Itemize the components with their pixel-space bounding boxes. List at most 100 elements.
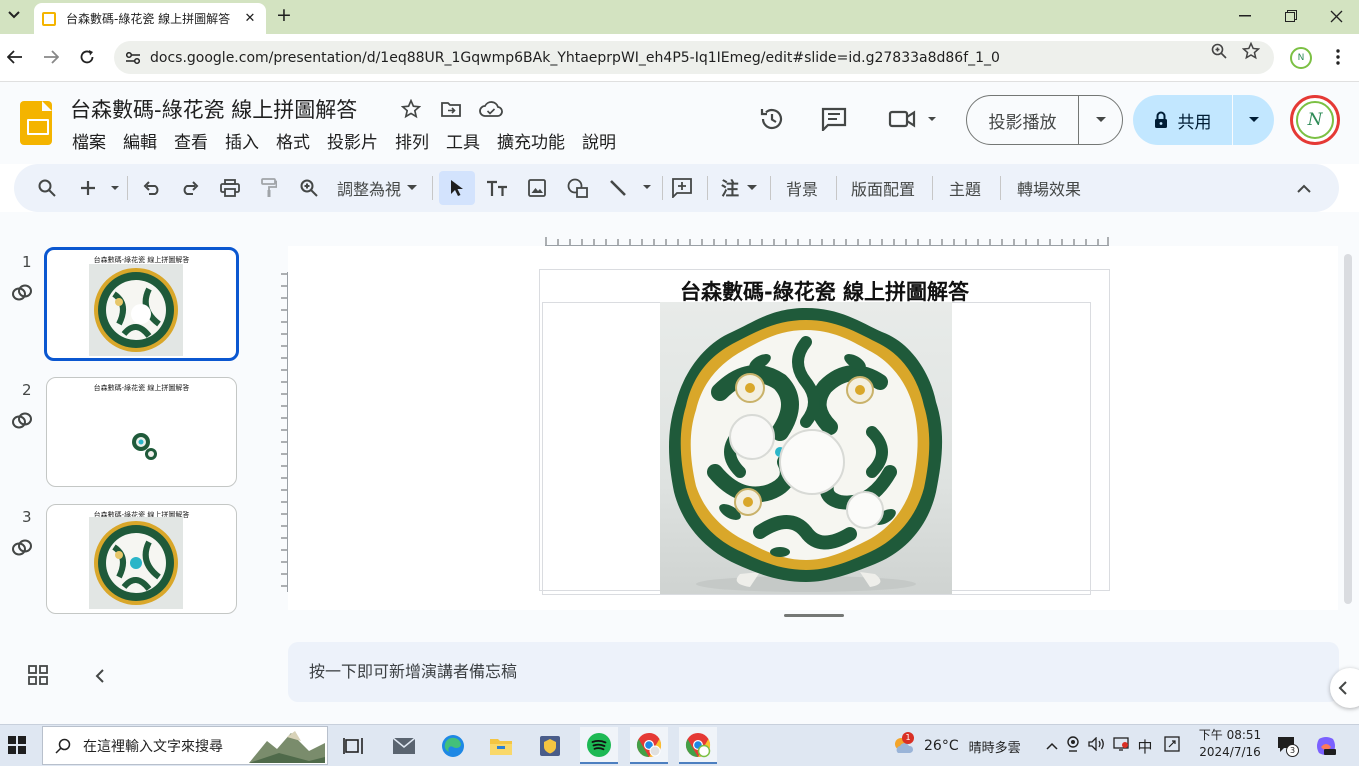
menu-insert[interactable]: 插入 <box>217 128 268 153</box>
bookmark-star-icon[interactable] <box>1242 42 1260 60</box>
select-cursor-icon[interactable] <box>439 171 475 205</box>
site-settings-icon[interactable] <box>124 49 142 67</box>
restore-icon[interactable] <box>1276 6 1306 26</box>
address-bar[interactable]: docs.google.com/presentation/d/1eq88UR_1… <box>114 41 1274 74</box>
notification-count-badge: 3 <box>1286 744 1299 757</box>
annotation-pen-icon[interactable]: 注 <box>716 174 764 202</box>
menu-help[interactable]: 說明 <box>574 128 625 153</box>
search-menus-icon[interactable] <box>34 174 60 202</box>
network-icon[interactable] <box>1109 737 1133 755</box>
green-porcelain-plate-image[interactable] <box>660 302 952 594</box>
thumb-puzzle-piece-image <box>129 430 159 464</box>
window-close-icon[interactable] <box>1321 6 1351 26</box>
notification-center[interactable]: 3 <box>1276 725 1300 766</box>
insert-image-icon[interactable] <box>526 174 548 202</box>
back-arrow-icon[interactable] <box>4 46 26 68</box>
linked-slide-icon[interactable] <box>10 409 34 433</box>
background-button[interactable]: 背景 <box>786 176 818 200</box>
vertical-scrollbar[interactable] <box>1344 254 1352 604</box>
vertical-ruler <box>281 272 288 592</box>
theme-button[interactable]: 主題 <box>949 176 981 200</box>
reload-icon[interactable] <box>76 46 98 68</box>
menu-tools[interactable]: 工具 <box>438 128 489 153</box>
version-history-icon[interactable] <box>757 104 787 134</box>
linked-slide-icon[interactable] <box>10 536 34 560</box>
system-clock[interactable]: 下午 08:51 2024/7/16 <box>1194 727 1266 761</box>
slides-logo-icon[interactable] <box>20 101 52 145</box>
ime-indicator[interactable]: 中 <box>1133 736 1157 757</box>
weather-widget[interactable]: 1 26°C 晴時多雲 <box>892 725 1021 766</box>
slide-thumbnail-2[interactable]: 台森數碼-綠花瓷 線上拼圖解答 <box>46 377 237 487</box>
share-dropdown-chevron-icon[interactable] <box>1233 95 1274 145</box>
edge-browser-icon[interactable] <box>434 727 472 764</box>
present-button[interactable]: 投影播放 <box>967 96 1079 144</box>
share-button[interactable]: 共用 <box>1133 95 1233 145</box>
collapse-filmstrip-chevron-icon[interactable] <box>90 666 108 686</box>
minimize-icon[interactable] <box>1230 6 1260 26</box>
star-icon[interactable] <box>399 98 423 120</box>
new-slide-icon[interactable] <box>78 174 122 202</box>
move-folder-icon[interactable] <box>439 98 463 120</box>
profile-initials: N <box>1297 53 1305 63</box>
grid-view-icon[interactable] <box>28 665 50 687</box>
menu-slide[interactable]: 投影片 <box>319 128 387 153</box>
text-box-icon[interactable] <box>484 174 510 202</box>
show-hidden-icons-chevron-icon[interactable] <box>1043 738 1061 754</box>
undo-icon[interactable] <box>140 174 164 202</box>
security-shield-app-icon[interactable] <box>531 727 569 764</box>
slides-header: 台森數碼-綠花瓷 線上拼圖解答 檔案 編輯 查看 插入 格式 投影片 排列 工具… <box>0 82 1359 164</box>
meet-camera-icon[interactable] <box>886 104 938 134</box>
line-tool-icon[interactable] <box>608 174 654 202</box>
tab-close-icon[interactable]: ✕ <box>242 11 258 26</box>
chrome-profile-2-icon[interactable] <box>679 727 717 764</box>
speaker-notes[interactable]: 按一下即可新增演講者備忘稿 <box>288 642 1339 702</box>
zoom-magnifier-icon[interactable] <box>298 174 320 202</box>
zoom-fit-select[interactable]: 調整為視 <box>337 176 407 200</box>
zoom-dropdown-chevron-icon[interactable] <box>406 174 418 202</box>
menu-edit[interactable]: 編輯 <box>115 128 166 153</box>
transition-button[interactable]: 轉場效果 <box>1017 176 1081 200</box>
webcam-tray-icon[interactable] <box>1061 736 1085 756</box>
weather-sun-cloud-icon: 1 <box>892 732 916 757</box>
mail-app-icon[interactable] <box>385 727 423 764</box>
cloud-saved-icon[interactable] <box>479 98 503 120</box>
add-comment-icon[interactable] <box>670 174 694 202</box>
zoom-icon[interactable] <box>1210 42 1228 60</box>
forward-arrow-icon[interactable] <box>40 46 62 68</box>
menu-arrange[interactable]: 排列 <box>387 128 438 153</box>
menu-view[interactable]: 查看 <box>166 128 217 153</box>
slide-number: 2 <box>22 381 32 399</box>
chrome-profile-1-icon[interactable] <box>630 727 668 764</box>
tab-search-chevron-icon[interactable] <box>4 5 24 25</box>
shape-icon[interactable] <box>566 174 590 202</box>
menu-file[interactable]: 檔案 <box>64 128 115 153</box>
slide-thumbnail-1[interactable]: 台森數碼-綠花瓷 線上拼圖解答 <box>44 247 239 361</box>
taskbar-search[interactable]: 在這裡輸入文字來搜尋 <box>42 726 328 765</box>
collapse-toolbar-chevron-icon[interactable] <box>1294 174 1314 202</box>
copilot-tray[interactable] <box>1315 725 1337 766</box>
task-view-icon[interactable] <box>334 727 372 764</box>
browser-tab-active[interactable]: 台森數碼-綠花瓷 線上拼圖解答 ✕ <box>34 3 266 34</box>
file-explorer-icon[interactable] <box>482 727 520 764</box>
comments-icon[interactable] <box>819 104 849 134</box>
paint-format-icon[interactable] <box>258 174 280 202</box>
slide-thumbnail-3[interactable]: 台森數碼-綠花瓷 線上拼圖解答 <box>46 504 237 614</box>
print-icon[interactable] <box>218 174 242 202</box>
canvas-resize-handle[interactable] <box>784 614 844 617</box>
ime-mode-icon[interactable] <box>1157 736 1187 756</box>
thumb-plate-image <box>89 517 183 609</box>
menu-extensions[interactable]: 擴充功能 <box>489 128 574 153</box>
spotify-icon[interactable] <box>580 727 618 764</box>
layout-button[interactable]: 版面配置 <box>851 176 915 200</box>
present-dropdown-chevron-icon[interactable] <box>1079 96 1122 144</box>
browser-profile-avatar[interactable]: N <box>1290 47 1312 69</box>
new-tab-plus-icon[interactable]: + <box>276 6 292 25</box>
windows-start-icon[interactable] <box>8 736 26 754</box>
volume-icon[interactable] <box>1085 736 1109 755</box>
redo-icon[interactable] <box>178 174 202 202</box>
menu-format[interactable]: 格式 <box>268 128 319 153</box>
account-avatar[interactable]: N <box>1290 95 1340 145</box>
linked-slide-icon[interactable] <box>10 281 34 305</box>
document-title[interactable]: 台森數碼-綠花瓷 線上拼圖解答 <box>70 94 357 124</box>
browser-menu-kebab-icon[interactable] <box>1328 46 1348 68</box>
